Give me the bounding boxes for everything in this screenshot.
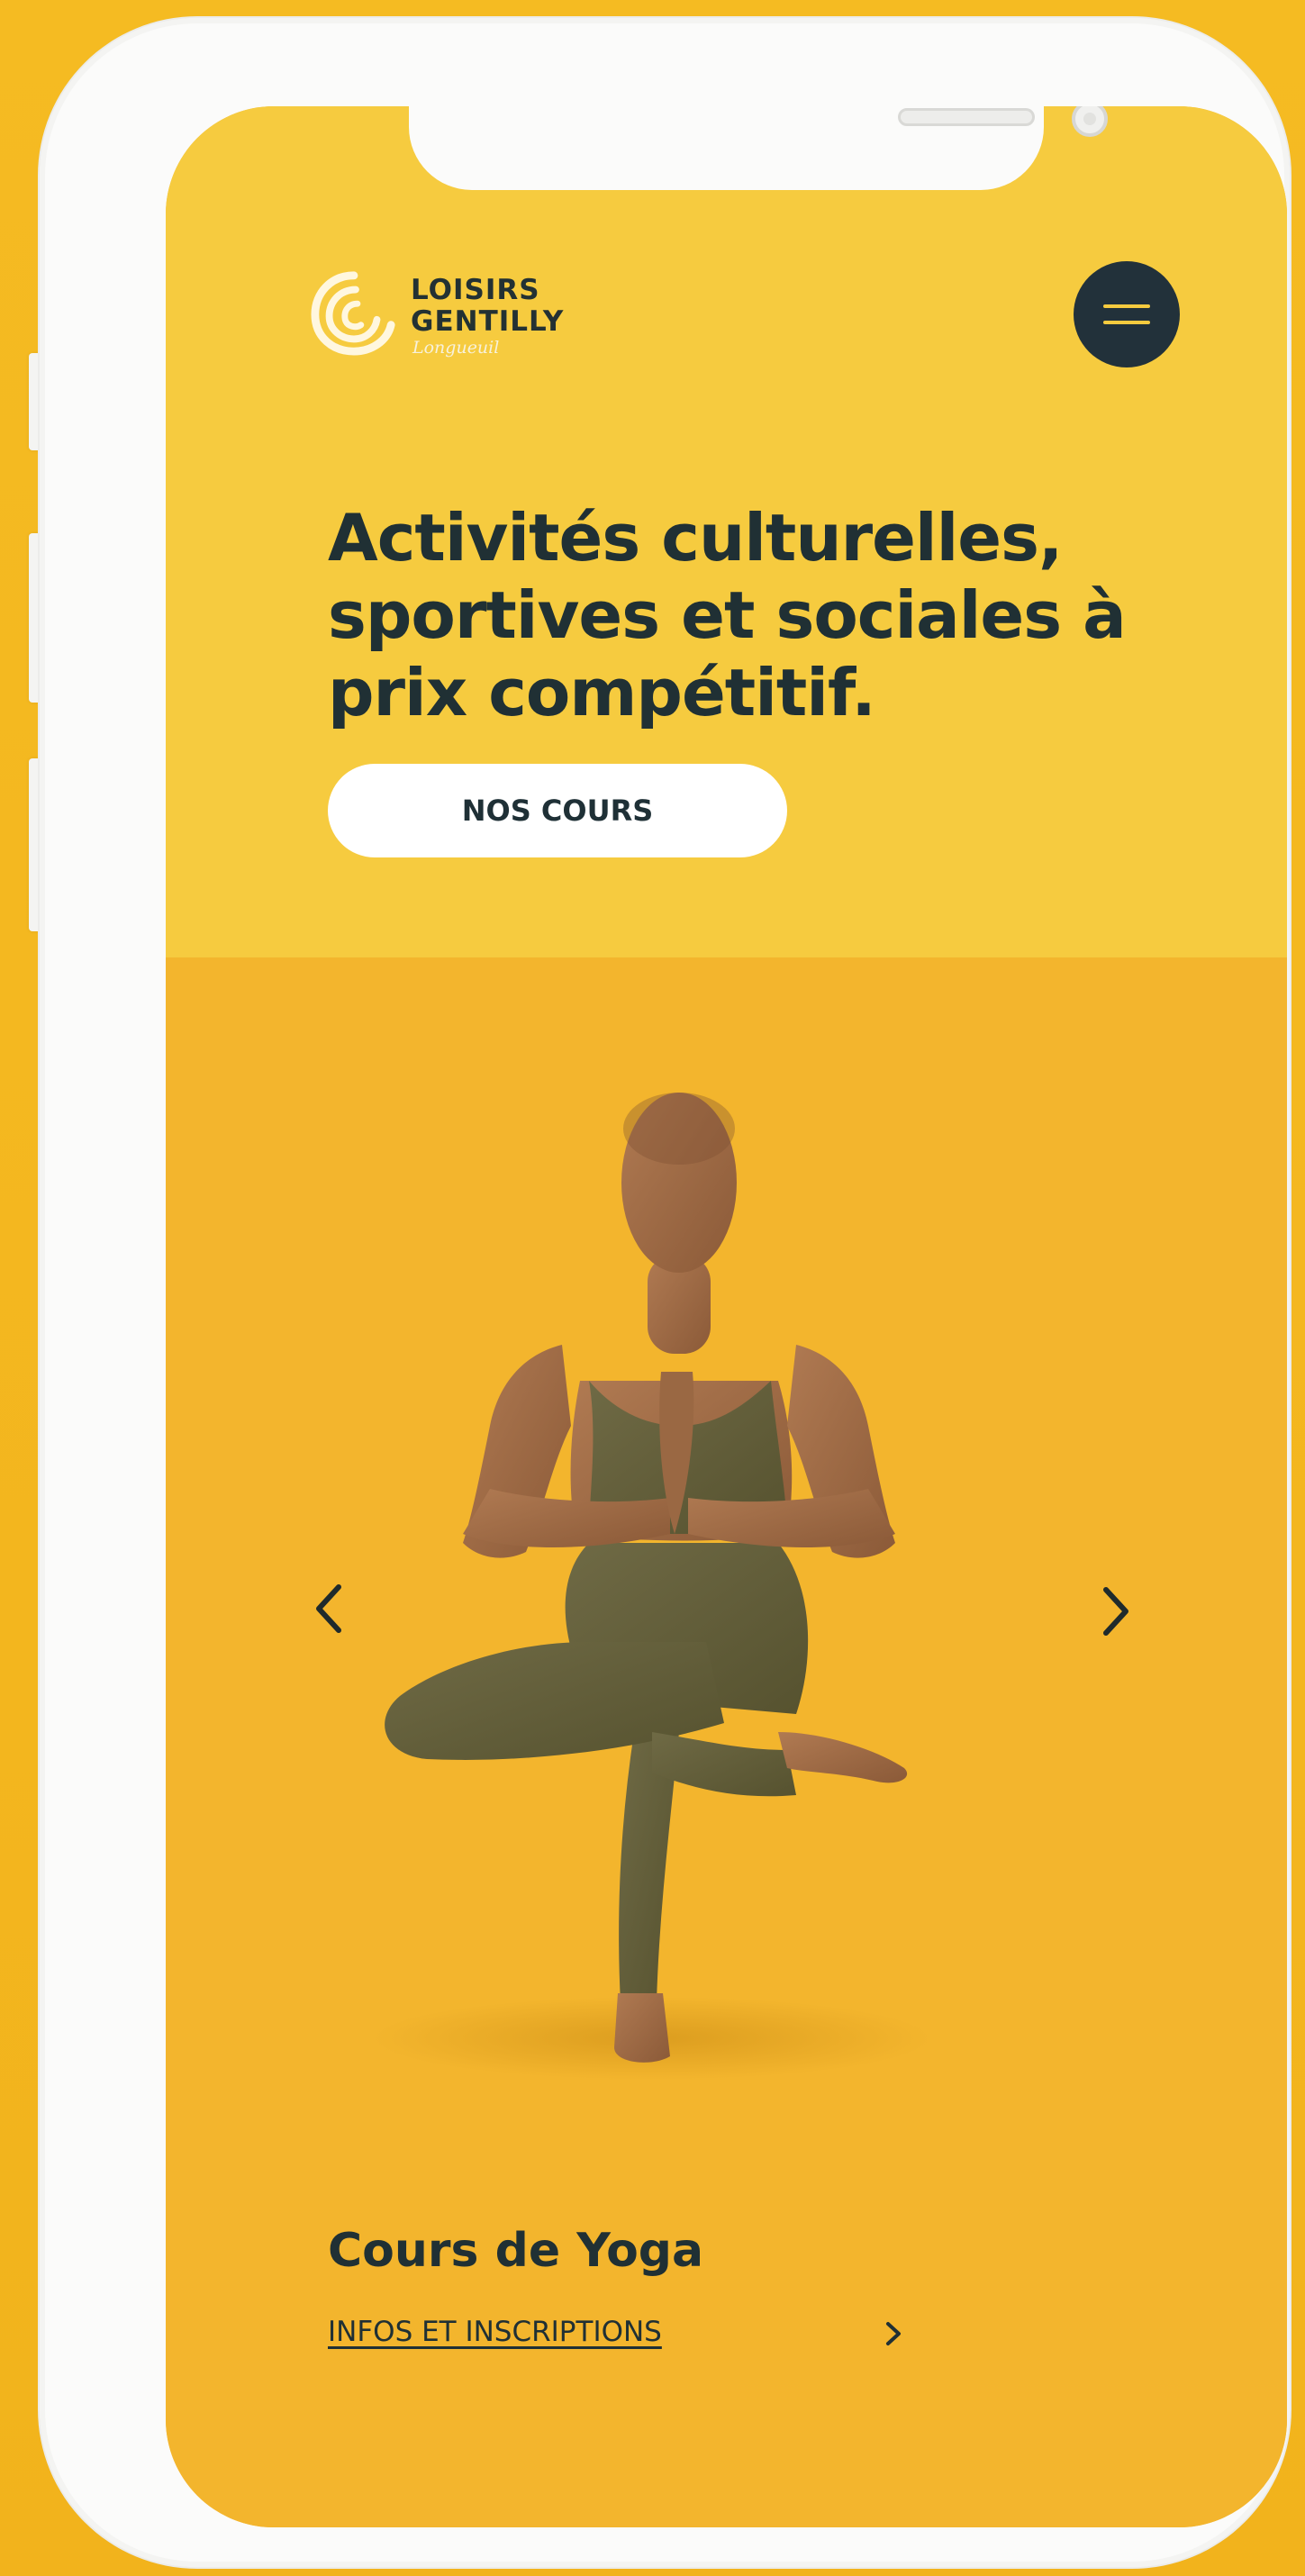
yoga-woman-photo xyxy=(373,1093,931,2080)
spiral-logo-icon xyxy=(311,271,395,356)
previous-slide-button[interactable] xyxy=(301,1576,358,1641)
brand-logo[interactable]: LOISIRS GENTILLY Longueuil xyxy=(310,268,607,367)
info-registration-link[interactable]: INFOS ET INSCRIPTIONS xyxy=(328,2316,662,2348)
hero-section: LOISIRS GENTILLY Longueuil Activités cul… xyxy=(166,106,1287,957)
chevron-left-icon xyxy=(316,1584,341,1633)
course-slider: Cours de Yoga INFOS ET INSCRIPTIONS xyxy=(166,957,1287,2527)
chevron-right-icon xyxy=(1103,1587,1128,1636)
courses-button[interactable]: NOS COURS xyxy=(328,764,787,857)
slide-title: Cours de Yoga xyxy=(328,2224,704,2278)
phone-frame: LOISIRS GENTILLY Longueuil Activités cul… xyxy=(40,18,1290,2567)
brand-tagline: Longueuil xyxy=(412,338,500,358)
brand-name-line1: LOISIRS xyxy=(411,274,540,306)
speaker-grille xyxy=(898,108,1035,126)
chevron-right-icon[interactable] xyxy=(883,2318,904,2349)
hamburger-menu-icon xyxy=(1103,304,1150,324)
next-slide-button[interactable] xyxy=(1086,1579,1144,1644)
phone-notch xyxy=(409,106,1108,190)
brand-name-line2: GENTILLY xyxy=(411,305,565,338)
menu-button[interactable] xyxy=(1074,261,1180,367)
hero-headline: Activités culturelles, sportives et soci… xyxy=(328,500,1127,731)
phone-screen: LOISIRS GENTILLY Longueuil Activités cul… xyxy=(166,106,1287,2527)
camera-icon xyxy=(1072,106,1108,137)
